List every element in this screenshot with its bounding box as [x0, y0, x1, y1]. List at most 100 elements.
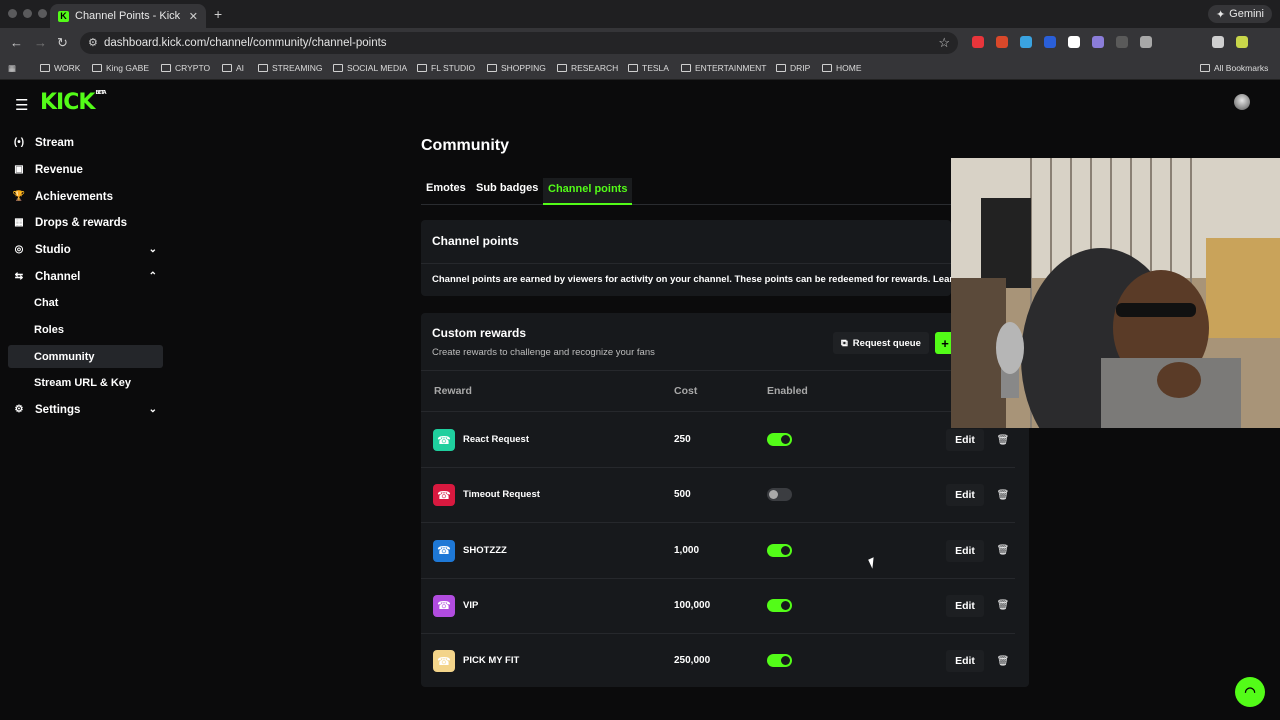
folder-icon [40, 64, 50, 72]
maximize-window-icon[interactable] [38, 9, 47, 18]
bookmark-item[interactable]: RESEARCH [557, 63, 618, 73]
table-row: ☎ Timeout Request 500 Edit 🗑 [421, 468, 1029, 524]
tab-channel-points[interactable]: Channel points [543, 178, 633, 205]
channel-points-card: Channel points Channel points are earned… [421, 220, 951, 296]
bookmark-item[interactable]: HOME [822, 63, 862, 73]
delete-icon[interactable]: 🗑 [993, 484, 1013, 506]
bookmark-item[interactable]: ENTERTAINMENT [681, 63, 766, 73]
tab-close-icon[interactable]: ✕ [189, 10, 198, 23]
divider [421, 263, 951, 264]
help-chat-icon[interactable]: ◠ [1235, 677, 1265, 707]
extension-icon[interactable] [1092, 36, 1104, 48]
edit-button[interactable]: Edit [946, 484, 984, 507]
extension-icon[interactable] [1212, 36, 1224, 48]
chevron-down-icon[interactable]: ⌄ [149, 244, 157, 255]
revenue-icon: ▣ [14, 164, 24, 175]
bookmark-item[interactable]: WORK [40, 63, 80, 73]
delete-icon[interactable]: 🗑 [993, 540, 1013, 562]
bookmark-item[interactable]: AI [222, 63, 244, 73]
minimize-window-icon[interactable] [23, 9, 32, 18]
bookmark-item[interactable]: TESLA [628, 63, 669, 73]
enabled-toggle[interactable] [767, 598, 792, 612]
sidebar-item-community[interactable]: Community [8, 345, 163, 368]
folder-icon [1200, 64, 1210, 72]
chevron-down-icon[interactable]: ⌄ [149, 404, 157, 415]
sidebar-item-label: Studio [35, 243, 71, 256]
bookmark-item[interactable]: CRYPTO [161, 63, 210, 73]
close-window-icon[interactable] [8, 9, 17, 18]
avatar[interactable] [1234, 94, 1250, 110]
bookmark-item[interactable]: DRIP [776, 63, 810, 73]
request-queue-button[interactable]: ⧉ Request queue [833, 332, 929, 354]
gemini-button[interactable]: ✦ Gemini [1207, 5, 1272, 23]
community-tabs: Emotes Sub badges Channel points [421, 178, 951, 205]
custom-rewards-card: Custom rewards Create rewards to challen… [421, 313, 1029, 687]
delete-icon[interactable]: 🗑 [993, 595, 1013, 617]
bookmark-item[interactable]: FL STUDIO [417, 63, 475, 73]
sidebar-item-studio[interactable]: ◎ Studio ⌄ [8, 238, 163, 261]
sidebar-item-channel[interactable]: ⇆ Channel ⌃ [8, 265, 163, 288]
tab-sub-badges[interactable]: Sub badges [476, 182, 538, 194]
sidebar-item-achievements[interactable]: 🏆 Achievements [8, 185, 163, 208]
bookmark-label: CRYPTO [175, 63, 211, 73]
back-icon[interactable]: ← [10, 35, 23, 50]
edit-button[interactable]: Edit [946, 429, 984, 451]
enabled-toggle[interactable] [767, 433, 792, 446]
bookmark-item[interactable]: STREAMING [258, 63, 323, 73]
sidebar-item-settings[interactable]: ⚙ Settings ⌄ [8, 398, 163, 421]
apps-grid-icon[interactable]: ▦ [8, 63, 16, 74]
kick-favicon-icon: K [58, 10, 69, 22]
delete-icon[interactable]: 🗑 [993, 650, 1013, 672]
extension-icon[interactable] [972, 36, 984, 48]
new-tab-button[interactable]: + [214, 6, 222, 22]
toggle-knob [769, 490, 778, 500]
extension-icon[interactable] [1020, 36, 1032, 48]
extension-icon[interactable] [996, 36, 1008, 48]
sidebar-item-drops-rewards[interactable]: ▦ Drops & rewards [8, 211, 163, 234]
tab-emotes[interactable]: Emotes [426, 182, 466, 194]
sidebar-item-revenue[interactable]: ▣ Revenue [8, 158, 163, 181]
delete-icon[interactable]: 🗑 [993, 429, 1013, 451]
extension-icon[interactable] [1140, 36, 1152, 48]
forward-icon[interactable]: → [34, 35, 47, 50]
sidebar-item-roles[interactable]: Roles [8, 318, 163, 341]
reload-icon[interactable]: ↻ [57, 35, 68, 51]
enabled-toggle[interactable] [767, 488, 792, 502]
gear-icon: ⚙ [14, 404, 24, 415]
studio-icon: ◎ [14, 244, 24, 255]
folder-icon [258, 64, 268, 72]
bookmark-item[interactable]: SHOPPING [487, 63, 546, 73]
sidebar-item-stream-url-key[interactable]: Stream URL & Key [8, 371, 163, 394]
address-bar[interactable]: ⚙ dashboard.kick.com/channel/community/c… [80, 32, 958, 54]
bookmark-star-icon[interactable]: ☆ [938, 35, 950, 51]
extension-icon[interactable] [1044, 36, 1056, 48]
site-info-icon[interactable]: ⚙ [88, 36, 98, 49]
extension-icon[interactable] [1068, 36, 1080, 48]
edit-button[interactable]: Edit [946, 650, 984, 673]
all-bookmarks-button[interactable]: All Bookmarks [1200, 63, 1268, 73]
extension-icon[interactable] [1116, 36, 1128, 48]
channel-points-heading: Channel points [432, 234, 519, 248]
edit-button[interactable]: Edit [946, 539, 984, 562]
logo-text: KICK [40, 90, 95, 115]
reward-name: React Request [463, 434, 529, 445]
page-title: Community [421, 137, 509, 154]
chevron-up-icon[interactable]: ⌃ [149, 271, 157, 282]
window-controls[interactable] [8, 9, 47, 18]
enabled-toggle[interactable] [767, 654, 792, 668]
reward-cost: 250,000 [674, 655, 711, 667]
edit-button[interactable]: Edit [946, 594, 984, 617]
kick-logo[interactable]: KICKBETA [40, 90, 107, 115]
sidebar-item-chat[interactable]: Chat [8, 291, 163, 314]
browser-tab-active[interactable]: K Channel Points - Kick Dashb ✕ [50, 4, 206, 28]
menu-icon[interactable]: ☰ [15, 96, 28, 114]
extension-icon[interactable] [1236, 36, 1248, 48]
bookmark-label: WORK [54, 63, 81, 73]
bookmark-item[interactable]: SOCIAL MEDIA [333, 63, 407, 73]
folder-icon [822, 64, 832, 72]
bookmark-label: DRIP [790, 63, 811, 73]
enabled-toggle[interactable] [767, 543, 792, 557]
sidebar-item-stream[interactable]: (•) Stream [8, 131, 163, 154]
bookmark-item[interactable]: King GABE [92, 63, 149, 73]
table-row: ☎ SHOTZZZ 1,000 Edit 🗑 [421, 524, 1029, 579]
